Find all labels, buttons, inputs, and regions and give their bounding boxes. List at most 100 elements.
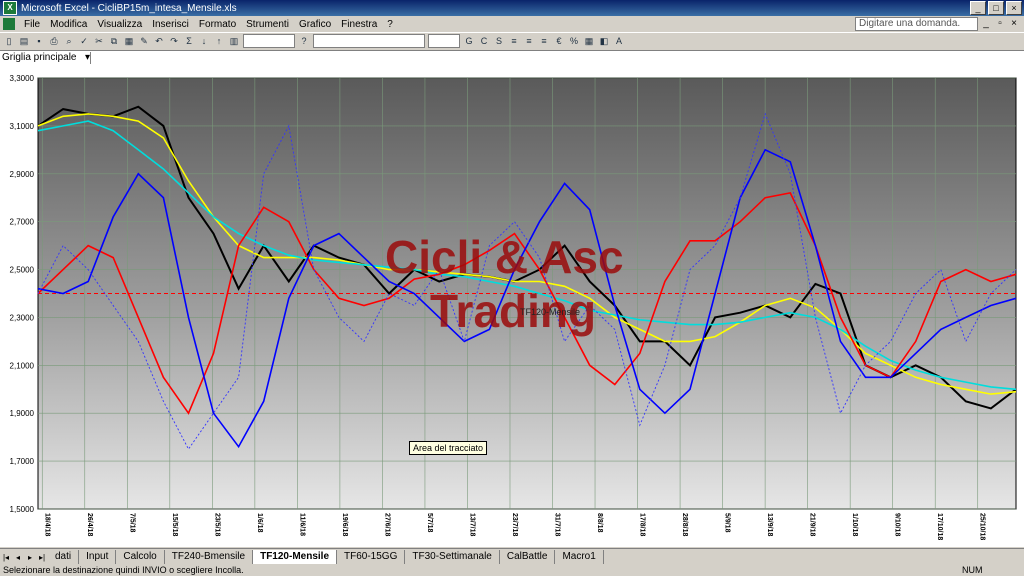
spell-icon[interactable]: ✓ [78,35,90,47]
x-tick-label: 19/6/18 [341,513,348,536]
undo-icon[interactable]: ↶ [153,35,165,47]
window-title: Microsoft Excel - CicliBP15m_intesa_Mens… [21,2,237,14]
paste-icon[interactable]: ▦ [123,35,135,47]
title-bar: X Microsoft Excel - CicliBP15m_intesa_Me… [0,0,1024,16]
tab-tf240-bmensile[interactable]: TF240-Bmensile [165,550,254,564]
x-tick-label: 13/9/18 [766,513,773,536]
menu-visualizza[interactable]: Visualizza [92,19,147,30]
sort-desc-icon[interactable]: ↑ [213,35,225,47]
menu-inserisci[interactable]: Inserisci [147,19,194,30]
redo-icon[interactable]: ↷ [168,35,180,47]
tooltip: Area del tracciato [409,441,488,455]
fill-color-icon[interactable]: ◧ [598,35,610,47]
x-tick-label: 1/6/18 [256,513,263,533]
bold-icon[interactable]: G [463,35,475,47]
font-select[interactable] [313,34,425,48]
copy-icon[interactable]: ⧉ [108,35,120,47]
underline-icon[interactable]: S [493,35,505,47]
close-button[interactable]: × [1006,1,1022,15]
align-left-icon[interactable]: ≡ [508,35,520,47]
x-tick-label: 5/9/18 [724,513,731,533]
chart-area[interactable]: Cicli & Asc Trading TF120-Mensile 3,3000… [0,65,1024,547]
menu-grafico[interactable]: Grafico [294,19,336,30]
doc-minimize-icon[interactable]: _ [980,18,992,29]
x-tick-label: 13/7/18 [468,513,475,536]
x-tick-label: 7/5/18 [128,513,135,533]
sort-asc-icon[interactable]: ↓ [198,35,210,47]
x-tick-label: 23/7/18 [511,513,518,536]
status-bar: Selezionare la destinazione quindi INVIO… [0,565,1024,576]
menu-file[interactable]: File [19,19,45,30]
y-tick-label: 2,1000 [10,361,35,370]
x-tick-label: 21/9/18 [809,513,816,536]
zoom-select[interactable] [243,34,295,48]
menu-finestra[interactable]: Finestra [336,19,382,30]
doc-close-icon[interactable]: × [1008,18,1020,29]
x-tick-label: 31/7/18 [554,513,561,536]
euro-icon[interactable]: € [553,35,565,47]
tab-dati[interactable]: dati [48,550,80,564]
help-search-input[interactable]: Digitare una domanda. [855,17,978,31]
tab-calcolo[interactable]: Calcolo [116,550,165,564]
y-tick-label: 3,3000 [10,74,35,83]
prev-sheet-icon[interactable]: ◂ [12,553,24,562]
y-tick-label: 3,1000 [10,122,35,131]
sheet-tabs-bar: |◂ ◂ ▸ ▸| dati Input Calcolo TF240-Bmens… [0,548,1024,565]
menu-strumenti[interactable]: Strumenti [241,19,294,30]
font-size-select[interactable] [428,34,460,48]
x-tick-label: 1/10/18 [851,513,858,536]
percent-icon[interactable]: % [568,35,580,47]
menu-help[interactable]: ? [382,19,398,30]
save-icon[interactable]: ▪ [33,35,45,47]
workbook-icon[interactable] [3,18,15,30]
x-tick-label: 11/6/18 [298,513,305,536]
excel-icon: X [3,1,17,15]
tab-macro1[interactable]: Macro1 [555,550,604,564]
x-tick-label: 25/10/18 [979,513,986,540]
chart-object-select[interactable]: Griglia principale ... ▾ [0,52,91,75]
chart-object-value: Griglia principale ... [2,52,77,75]
tab-tf120-mensile[interactable]: TF120-Mensile [253,550,338,564]
x-tick-label: 28/8/18 [681,513,688,536]
y-tick-label: 1,9000 [10,409,35,418]
menu-formato[interactable]: Formato [194,19,241,30]
minimize-button[interactable]: _ [970,1,986,15]
cut-icon[interactable]: ✂ [93,35,105,47]
chart-icon[interactable]: ▥ [228,35,240,47]
y-tick-label: 1,7000 [10,457,35,466]
tab-input[interactable]: Input [79,550,117,564]
preview-icon[interactable]: ⌕ [63,35,75,47]
tab-tf30-settimanale[interactable]: TF30-Settimanale [405,550,500,564]
last-sheet-icon[interactable]: ▸| [36,553,48,562]
menu-modifica[interactable]: Modifica [45,19,92,30]
chart-object-bar: Griglia principale ... ▾ [0,50,1024,75]
toolbar: ▯ ▤ ▪ ⎙ ⌕ ✓ ✂ ⧉ ▦ ✎ ↶ ↷ Σ ↓ ↑ ▥ ? G C S … [0,33,1024,49]
new-icon[interactable]: ▯ [3,35,15,47]
x-tick-label: 17/10/18 [936,513,943,540]
x-tick-label: 8/8/18 [596,513,603,533]
x-tick-label: 26/4/18 [86,513,93,536]
font-color-icon[interactable]: A [613,35,625,47]
help-icon[interactable]: ? [298,35,310,47]
align-right-icon[interactable]: ≡ [538,35,550,47]
status-message: Selezionare la destinazione quindi INVIO… [3,565,244,575]
y-tick-label: 2,7000 [10,218,35,227]
chart-svg[interactable]: Cicli & Asc Trading TF120-Mensile 3,3000… [0,65,1024,547]
y-tick-label: 2,5000 [10,266,35,275]
open-icon[interactable]: ▤ [18,35,30,47]
align-center-icon[interactable]: ≡ [523,35,535,47]
maximize-button[interactable]: □ [988,1,1004,15]
italic-icon[interactable]: C [478,35,490,47]
print-icon[interactable]: ⎙ [48,35,60,47]
first-sheet-icon[interactable]: |◂ [0,553,12,562]
x-tick-label: 27/6/18 [383,513,390,536]
y-tick-label: 2,9000 [10,170,35,179]
next-sheet-icon[interactable]: ▸ [24,553,36,562]
borders-icon[interactable]: ▦ [583,35,595,47]
tab-calbattle[interactable]: CalBattle [500,550,556,564]
sum-icon[interactable]: Σ [183,35,195,47]
doc-restore-icon[interactable]: ▫ [994,18,1006,29]
format-painter-icon[interactable]: ✎ [138,35,150,47]
tab-tf60-15gg[interactable]: TF60-15GG [337,550,406,564]
x-tick-label: 17/8/18 [639,513,646,536]
